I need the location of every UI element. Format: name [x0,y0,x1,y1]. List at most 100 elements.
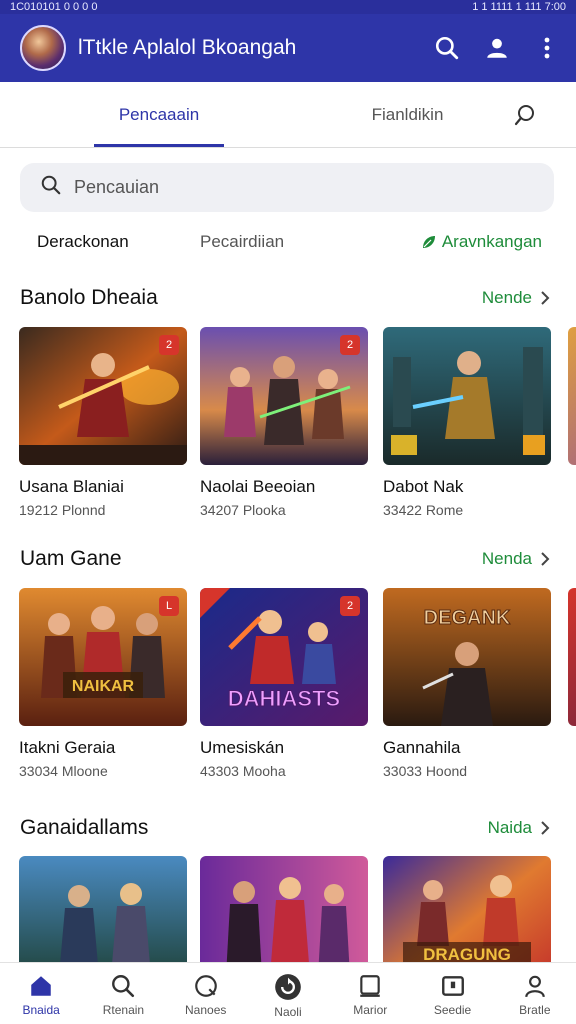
game-card[interactable]: NAIKAR L Itakni Geraia 33034 Mloone [19,588,189,779]
filter-label: Aravnkangan [441,232,542,251]
card-title: Gannahila [383,738,461,757]
nav-label: Nanoes [185,1003,227,1017]
game-thumbnail [568,327,576,465]
chevron-right-icon [541,821,550,835]
game-card[interactable]: Dabot Nak 33422 Rome [383,327,553,518]
status-right: 1 1 1111 1 111 7:00 [472,1,566,13]
nav-item-search[interactable]: Rtenain [82,963,164,1024]
home-icon [31,976,51,996]
card-title: Dabot Nak [383,477,464,496]
leaf-icon [422,236,435,248]
filter-aravnkangan[interactable]: Aravnkangan [421,232,542,252]
game-thumbnail: NAIKAR L [19,588,187,726]
art-text: DRAGUNG [423,945,511,962]
game-thumbnail [200,856,368,962]
game-card[interactable]: 2 Naolai Beeoian 34207 Plooka [200,327,370,518]
card-badge: L [159,596,179,616]
art-text: DEGANK [424,607,511,629]
game-thumbnail: DRAGUNG [383,856,551,962]
card-icon [441,976,464,996]
account-icon[interactable] [482,33,512,63]
status-bar: 1C010101 0 0 0 0 1 1 1111 1 111 7:00 [0,0,576,14]
game-card[interactable]: DEGANK Gannahila 33033 Hoond [383,588,553,779]
game-thumbnail: 2 [19,327,187,465]
status-left: 1C010101 0 0 0 0 [10,1,98,13]
avatar[interactable] [20,25,66,71]
person-icon [525,975,545,998]
game-thumbnail [19,856,187,962]
app-title: lTtkle Aplalol Bkoangah [78,36,297,59]
card-badge: 2 [340,335,360,355]
more-vertical-icon[interactable] [532,33,562,63]
search-field[interactable] [20,163,554,212]
nav-item-home[interactable]: Bnaida [0,963,82,1024]
compass-icon [194,975,217,997]
more-label: Naida [487,818,532,837]
search-input[interactable] [74,177,494,198]
game-thumbnail [383,327,551,465]
game-row: NAIKAR L Itakni Geraia 33034 Mloone DAHI… [0,588,576,788]
card-subtitle: 43303 Mooha [200,763,286,779]
section-title: Banolo Dheaia [20,286,158,309]
section-header: Uam Gane Nenda [0,545,576,577]
app-bar: lTtkle Aplalol Bkoangah [0,14,576,82]
nav-item-refresh[interactable]: Naoli [247,963,329,1024]
bottom-nav: Bnaida Rtenain Nanoes Naoli Marior Seedi… [0,962,576,1024]
game-card[interactable]: 2 Usana Blaniai 19212 Plonnd [19,327,189,518]
nav-label: Seedie [433,1003,472,1017]
nav-label: Rtenain [102,1003,145,1017]
search-icon[interactable] [432,33,462,63]
game-card-peek[interactable] [568,327,576,465]
game-thumbnail: DAHIASTS 2 [200,588,368,726]
game-card[interactable]: DAHIASTS 2 Umesiskán 43303 Mooha [200,588,370,779]
nav-item-cards[interactable]: Seedie [411,963,493,1024]
filter-derackonan[interactable]: Derackonan [37,232,129,252]
card-title: Umesiskán [200,738,285,757]
game-card[interactable] [200,856,370,962]
chevron-right-icon [541,291,550,305]
card-title: Itakni Geraia [19,738,116,757]
game-card[interactable]: DRAGUNG [383,856,553,962]
art-text: NAIKAR [72,678,135,695]
art-text: DAHIASTS [228,686,340,711]
tab-indicator [94,144,224,147]
section-header: Banolo Dheaia Nende [0,284,576,316]
card-subtitle: 33033 Hoond [383,763,468,779]
tab-bar: Pencaaain Fianldikin [0,82,576,148]
game-thumbnail: 2 [200,327,368,465]
section-title: Ganaidallams [20,816,149,839]
tab-fianldikin[interactable]: Fianldikin [350,82,465,148]
more-label: Nende [481,288,532,307]
nav-item-explore[interactable]: Nanoes [165,963,247,1024]
section-header: Ganaidallams Naida [0,814,576,846]
nav-label: Bratle [519,1003,551,1017]
filter-pecairdiian[interactable]: Pecairdiian [200,232,284,252]
game-row: 2 Usana Blaniai 19212 Plonnd 2 Naolai Be… [0,327,576,527]
tablet-icon [360,975,381,997]
card-subtitle: 34207 Plooka [200,502,286,518]
card-badge: 2 [340,596,360,616]
card-title: Naolai Beeoian [200,477,316,496]
section-more-link[interactable]: Nende [482,288,550,308]
search-icon [112,975,135,998]
card-subtitle: 33422 Rome [383,502,464,518]
nav-label: Bnaida [22,1003,60,1017]
search-icon [40,174,62,201]
game-row: DRAGUNG [0,856,576,962]
filter-row: Derackonan Pecairdiian Aravnkangan [0,226,576,260]
game-card-peek[interactable] [568,588,576,726]
card-subtitle: 33034 Mloone [19,763,108,779]
chevron-right-icon [541,552,550,566]
refresh-circle-icon [275,974,301,1000]
game-thumbnail [568,588,576,726]
section-more-link[interactable]: Nenda [482,549,550,569]
tab-search-icon[interactable] [505,82,545,148]
section-more-link[interactable]: Naida [488,818,550,838]
nav-item-library[interactable]: Marior [329,963,411,1024]
card-badge: 2 [159,335,179,355]
nav-item-profile[interactable]: Bratle [494,963,576,1024]
tab-pencaaain[interactable]: Pencaaain [94,82,224,148]
more-label: Nenda [481,549,532,568]
game-card[interactable] [19,856,189,962]
game-thumbnail: DEGANK [383,588,551,726]
